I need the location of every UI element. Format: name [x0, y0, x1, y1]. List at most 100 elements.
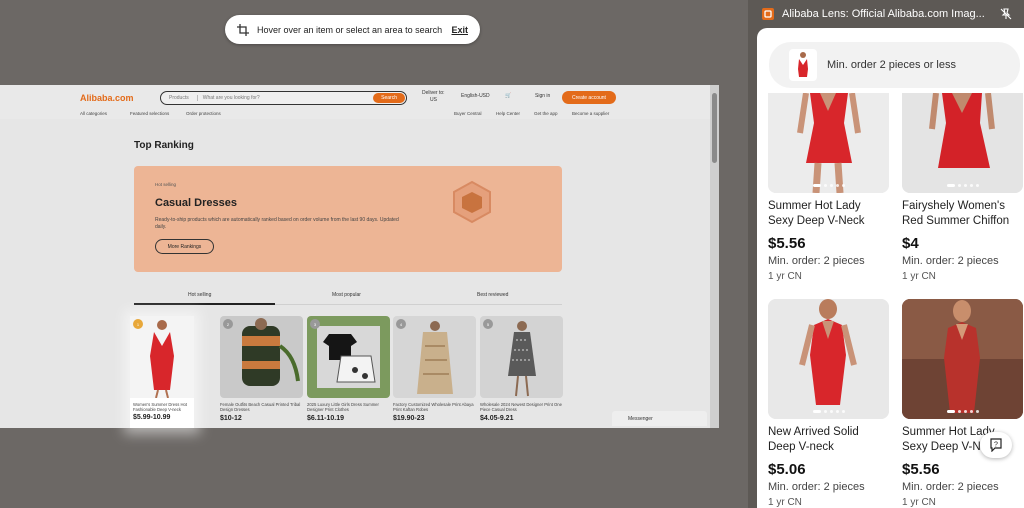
- rank-badge: 2: [223, 319, 233, 329]
- lens-hint-pill: Hover over an item or select an area to …: [225, 15, 480, 44]
- result-price: $5.06: [768, 461, 806, 478]
- subnav-get-app[interactable]: Get the app: [534, 111, 558, 116]
- product-name: Factory Customized Wholesale Print Abaya…: [393, 402, 474, 412]
- search-input[interactable]: What are you looking for?: [198, 95, 373, 101]
- result-title[interactable]: Fairyshely Women's Red Summer Chiffon Dr…: [902, 199, 1023, 229]
- result-image: [768, 93, 889, 193]
- result-moq: Min. order: 2 pieces: [768, 255, 865, 267]
- result-moq: Min. order: 2 pieces: [768, 481, 865, 493]
- pin-icon[interactable]: [1000, 8, 1012, 20]
- product-card[interactable]: 3 2025 Luxury Little Girls Dress Summer …: [307, 316, 390, 428]
- red-halter-dress-photo: [768, 299, 889, 419]
- language-selector[interactable]: English-USD: [461, 93, 490, 99]
- sign-in-link[interactable]: Sign in: [535, 93, 550, 99]
- subnav-order-protections[interactable]: Order protections: [186, 111, 221, 116]
- subnav-become-supplier[interactable]: Become a supplier: [572, 111, 609, 116]
- scrollbar-thumb[interactable]: [712, 93, 717, 163]
- result-title[interactable]: Summer Hot Lady Sexy Deep V-Neck Bodycon: [768, 199, 889, 229]
- rank-badge: 5: [483, 319, 493, 329]
- cart-icon[interactable]: 🛒: [505, 93, 511, 99]
- product-price: $4.05-9.21: [480, 415, 514, 422]
- messenger-button[interactable]: Messenger: [612, 411, 707, 426]
- deliver-to-value[interactable]: US: [430, 97, 437, 103]
- crop-icon: [237, 23, 249, 36]
- feedback-icon: ?: [990, 438, 1002, 452]
- min-order-filter-chip[interactable]: Min. order 2 pieces or less: [769, 42, 1020, 88]
- panel-title: Alibaba Lens: Official Alibaba.com Imag.…: [782, 8, 985, 20]
- product-name: 2025 Luxury Little Girls Dress Summer De…: [307, 402, 379, 412]
- page-scrollbar[interactable]: [710, 85, 719, 428]
- product-price: $6.11-10.19: [307, 415, 344, 422]
- result-supplier-meta: 1 yr CN: [902, 271, 936, 282]
- product-name: Wholesale 2024 Newest Designer Print One…: [480, 402, 562, 412]
- tab-best-reviewed[interactable]: Best reviewed: [477, 292, 508, 298]
- result-moq: Min. order: 2 pieces: [902, 255, 999, 267]
- alibaba-logo[interactable]: Alibaba.com: [80, 93, 134, 103]
- lens-hint-text: Hover over an item or select an area to …: [257, 24, 443, 35]
- box-icon: [453, 180, 491, 224]
- search-bar[interactable]: Products What are you looking for? Searc…: [160, 91, 407, 105]
- product-card[interactable]: 2 Female Outfits Beach Casual Printed Tr…: [220, 316, 303, 428]
- result-card[interactable]: New Arrived Solid Deep V-neck Sleeveless…: [768, 299, 889, 508]
- result-moq: Min. order: 2 pieces: [902, 481, 999, 493]
- product-card[interactable]: 4 Factory Customized Wholesale Print Aba…: [393, 316, 476, 428]
- product-image: 5: [480, 316, 563, 398]
- result-price: $4: [902, 235, 919, 252]
- ranking-banner: Hot selling Casual Dresses Ready-to-ship…: [134, 166, 562, 272]
- print-dress-figure: [508, 321, 536, 397]
- section-title: Top Ranking: [134, 140, 194, 151]
- banner-tag: Hot selling: [155, 182, 177, 187]
- product-name: Female Outfits Beach Casual Printed Trib…: [220, 402, 301, 412]
- carousel-dots: [812, 184, 845, 187]
- rank-badge: 1: [133, 319, 143, 329]
- ranking-tabs: Hot selling Most popular Best reviewed: [134, 290, 562, 305]
- red-bodycon-dress-photo: [902, 299, 1023, 419]
- tab-most-popular[interactable]: Most popular: [332, 292, 361, 298]
- result-image: [902, 299, 1023, 419]
- product-price: $10-12: [220, 415, 242, 422]
- product-image: 1: [130, 316, 194, 398]
- tribal-dress-figure: [242, 318, 300, 386]
- carousel-dots: [946, 410, 979, 413]
- result-supplier-meta: 1 yr CN: [902, 497, 936, 508]
- result-card[interactable]: Summer Hot Lady Sexy Deep V-Neck Bodycon…: [902, 299, 1023, 508]
- search-button[interactable]: Search: [373, 93, 405, 103]
- hovered-product[interactable]: 1 Women's Summer Dress Hot Fashionable D…: [130, 316, 194, 428]
- product-image: 3: [307, 316, 390, 398]
- red-dress-photo: [768, 93, 889, 193]
- rank-badge: 4: [396, 319, 406, 329]
- result-card[interactable]: Summer Hot Lady Sexy Deep V-Neck Bodycon…: [768, 93, 889, 282]
- product-card[interactable]: 5 Wholesale 2024 Newest Designer Print O…: [480, 316, 563, 428]
- result-card[interactable]: Fairyshely Women's Red Summer Chiffon Dr…: [902, 93, 1023, 282]
- carousel-dots: [946, 184, 979, 187]
- subnav-help-center[interactable]: Help Center: [496, 111, 520, 116]
- messenger-label: Messenger: [628, 415, 653, 422]
- alibaba-page[interactable]: Alibaba.com Products What are you lookin…: [0, 85, 710, 428]
- product-price: $5.99-10.99: [133, 414, 171, 421]
- result-price: $5.56: [768, 235, 806, 252]
- banner-description: Ready-to-ship products which are automat…: [155, 217, 399, 230]
- subnav-all-categories[interactable]: All categories: [80, 111, 107, 116]
- lens-side-panel: Alibaba Lens: Official Alibaba.com Imag.…: [748, 0, 1024, 508]
- feedback-button[interactable]: ?: [980, 432, 1012, 458]
- result-title[interactable]: New Arrived Solid Deep V-neck Sleeveless: [768, 425, 889, 455]
- create-account-button[interactable]: Create account: [562, 91, 616, 104]
- rank-badge: 3: [310, 319, 320, 329]
- deliver-to-label: Deliver to:: [422, 90, 445, 96]
- result-supplier-meta: 1 yr CN: [768, 271, 802, 282]
- subnav-featured[interactable]: Featured selections: [130, 111, 169, 116]
- tab-hot-selling[interactable]: Hot selling: [188, 292, 211, 298]
- product-price: $19.90-23: [393, 415, 425, 422]
- banner-title: Casual Dresses: [155, 197, 237, 209]
- more-rankings-button[interactable]: More Rankings: [155, 239, 214, 254]
- result-image: [768, 299, 889, 419]
- lens-app-icon: [762, 8, 774, 20]
- exit-button[interactable]: Exit: [451, 25, 468, 35]
- filter-chip-label: Min. order 2 pieces or less: [827, 59, 956, 71]
- active-tab-indicator: [134, 303, 275, 305]
- result-price: $5.56: [902, 461, 940, 478]
- carousel-dots: [812, 410, 845, 413]
- subnav-buyer-central[interactable]: Buyer Central: [454, 111, 482, 116]
- search-category[interactable]: Products: [161, 95, 198, 101]
- kaftan-figure: [417, 321, 453, 394]
